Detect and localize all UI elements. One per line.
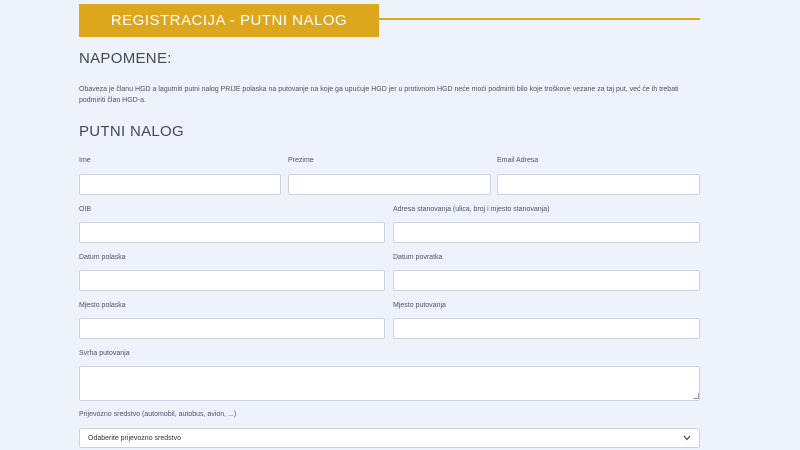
prezime-input[interactable] [288, 174, 491, 195]
prezime-label: Prezime [288, 157, 314, 164]
prijevozno-select[interactable]: Odaberite prijevozno sredstvo [79, 428, 700, 448]
notes-title: NAPOMENE: [79, 50, 172, 67]
mjesto-putovanja-input[interactable] [393, 318, 700, 339]
datum-polaska-label: Datum polaska [79, 254, 126, 261]
page-header-title: REGISTRACIJA - PUTNI NALOG [110, 12, 348, 29]
datum-povratka-input[interactable] [393, 270, 700, 291]
form-title: PUTNI NALOG [79, 123, 184, 140]
datum-polaska-input[interactable] [79, 270, 385, 291]
svrha-textarea[interactable] [79, 366, 700, 401]
oib-label: OIB [79, 206, 92, 213]
mjesto-putovanja-label: Mjesto putovanja [393, 302, 446, 309]
email-input[interactable] [497, 174, 700, 195]
resize-handle-icon[interactable] [693, 393, 699, 399]
svrha-label: Svrha putovanja [79, 350, 130, 357]
email-label: Email Adresa [497, 157, 539, 164]
chevron-down-icon [683, 434, 691, 442]
oib-input[interactable] [79, 222, 385, 243]
ime-input[interactable] [79, 174, 281, 195]
adresa-input[interactable] [393, 222, 700, 243]
ime-label: Ime [79, 157, 91, 164]
adresa-label: Adresa stanovanja (ulica, broj i mjesto … [393, 206, 550, 213]
notes-text: Obavеza je članu HGD a lagutniti putni n… [79, 86, 679, 104]
mjesto-polaska-label: Mjesto polaska [79, 302, 126, 309]
header-divider [379, 18, 700, 20]
page-header-banner: REGISTRACIJA - PUTNI NALOG [79, 4, 379, 37]
prijevozno-selected-value: Odaberite prijevozno sredstvo [88, 434, 181, 442]
prijevozno-label: Prijevozno sredstvo (automobil, autobus,… [79, 411, 237, 418]
mjesto-polaska-input[interactable] [79, 318, 385, 339]
datum-povratka-label: Datum povratka [393, 254, 443, 261]
